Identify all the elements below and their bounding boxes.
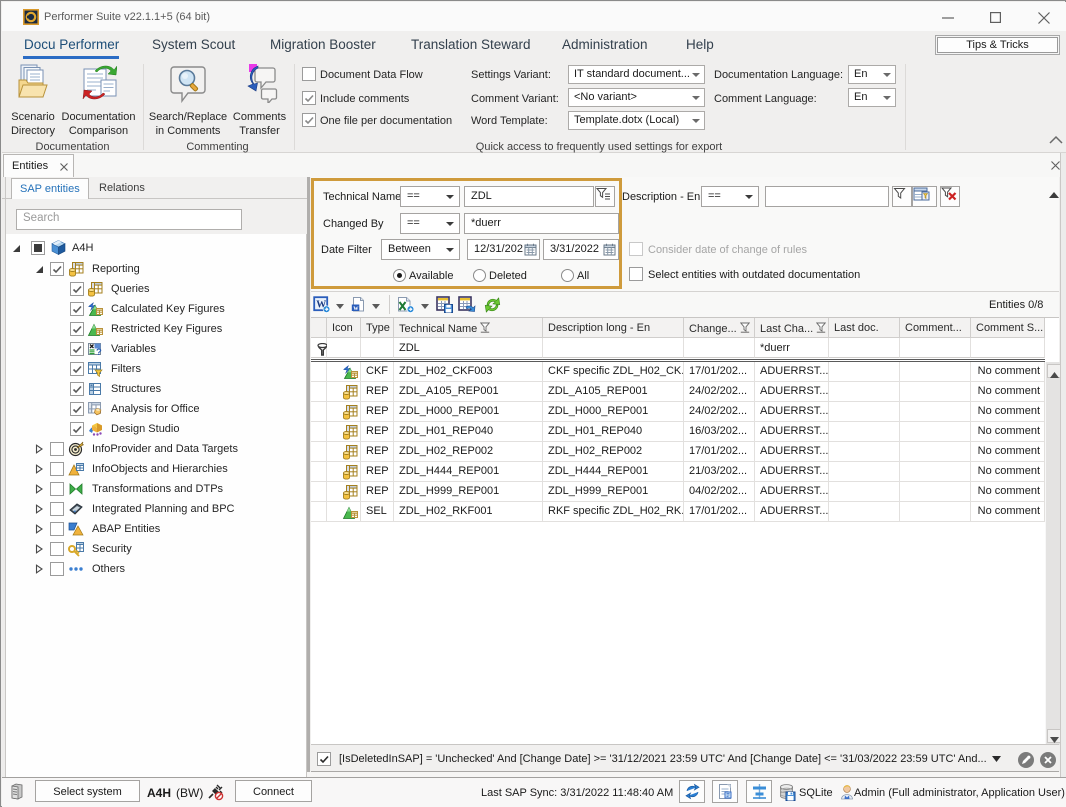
svg-text:?: ? <box>96 347 102 357</box>
